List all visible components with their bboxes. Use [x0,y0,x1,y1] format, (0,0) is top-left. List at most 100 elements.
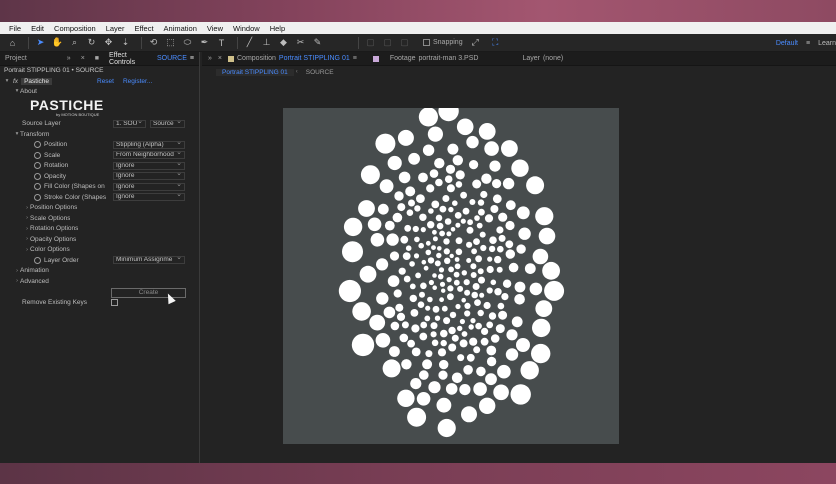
roto-icon[interactable]: ✂ [294,36,307,49]
tab-project[interactable]: Project [0,55,32,62]
stopwatch-icon[interactable] [34,151,41,159]
region-icon[interactable]: ⬚ [164,36,177,49]
stopwatch-icon[interactable] [34,256,41,264]
stipple-dot [431,200,440,209]
axis-world-icon[interactable]: ▢ [381,36,394,49]
stipple-dot [464,289,471,296]
collapse-triangle-icon[interactable]: ▾ [4,78,10,84]
menu-layer[interactable]: Layer [101,24,130,33]
axis-local-icon[interactable]: ▢ [364,36,377,49]
snapping-checkbox[interactable] [423,39,430,46]
stipple-dot [505,240,514,249]
property-dropdown[interactable]: Stippling (Alpha) [113,140,185,149]
menu-effect[interactable]: Effect [129,24,158,33]
hand-icon[interactable]: ✋ [51,36,64,49]
property-dropdown[interactable]: Ignore [113,182,185,191]
panel-menu-icon[interactable]: » [62,55,76,62]
animation-row[interactable]: › Animation [0,266,199,277]
axis-view-icon[interactable]: ▢ [398,36,411,49]
property-dropdown[interactable]: Ignore [113,193,185,202]
close-icon[interactable]: × [218,55,222,62]
clone-icon[interactable]: ⊥ [260,36,273,49]
layer-order-dropdown[interactable]: Minimum Assignme [113,256,185,265]
workspace-learn[interactable]: Learn [818,40,836,47]
tab-composition[interactable]: Composition Portrait STIPPLING 01 ≡ [228,55,357,62]
stopwatch-icon[interactable] [34,183,41,191]
stopwatch-icon[interactable] [34,141,41,149]
lock-icon[interactable]: ■ [90,55,104,62]
effect-name[interactable]: Pastiche [21,77,52,85]
fx-badge[interactable]: fx [13,78,18,85]
stopwatch-icon[interactable] [34,172,41,180]
eraser-icon[interactable]: ◆ [277,36,290,49]
panel-menu-icon[interactable]: » [208,55,212,62]
stipple-dot [488,245,496,253]
stipple-dot [418,242,424,249]
transform-row[interactable]: ▾ Transform [0,129,199,140]
dolly-icon[interactable]: ⇣ [119,36,132,49]
stipple-dot [511,159,529,177]
snapping-toggle[interactable]: Snapping ⤢ ⛶ [423,36,506,49]
brush-icon[interactable]: ╱ [243,36,256,49]
stipple-dot [498,234,506,242]
workspace-default[interactable]: Default [776,40,798,47]
advanced-row[interactable]: › Advanced [0,276,199,287]
effect-controls-panel: Project » × ■ Effect Controls SOURCE ≡ P… [0,52,200,463]
tab-layer[interactable]: Layer (none) [522,55,563,62]
stipple-dot [460,191,467,199]
menu-edit[interactable]: Edit [26,24,49,33]
menu-file[interactable]: File [4,24,26,33]
tab-effect-controls[interactable]: Effect Controls SOURCE ≡ [104,52,199,66]
menu-animation[interactable]: Animation [159,24,202,33]
register-link[interactable]: Register... [123,78,152,85]
snap-edges-icon[interactable]: ⤢ [469,36,482,49]
stipple-dot [480,337,489,346]
menu-view[interactable]: View [202,24,228,33]
remove-keys-checkbox[interactable] [111,299,118,307]
option-group-opacity[interactable]: › Opacity Options [0,234,199,245]
pen-icon[interactable]: ✒ [198,36,211,49]
subtab-source[interactable]: SOURCE [300,69,340,76]
stipple-dot [447,293,454,301]
stopwatch-icon[interactable] [34,193,41,201]
property-row-opacity: Opacity Ignore [0,171,199,182]
stipple-dot [497,302,505,310]
menu-composition[interactable]: Composition [49,24,101,33]
stipple-dot [338,279,361,303]
subtab-portrait-stippling[interactable]: Portrait STIPPLING 01 [216,68,294,76]
composition-canvas[interactable] [283,108,619,444]
about-row[interactable]: ▾ About [0,86,199,97]
menu-help[interactable]: Help [265,24,290,33]
menu-window[interactable]: Window [228,24,265,33]
source-mode-dropdown[interactable]: Source [150,119,185,128]
option-group-scale[interactable]: › Scale Options [0,213,199,224]
tab-menu-icon[interactable]: ≡ [190,55,194,62]
option-group-color[interactable]: › Color Options [0,245,199,256]
snap-features-icon[interactable]: ⛶ [489,36,502,49]
reset-link[interactable]: Reset [97,78,114,85]
pin-icon[interactable]: ✎ [311,36,324,49]
pan-icon[interactable]: ✥ [102,36,115,49]
tab-footage[interactable]: Footage portrait-man 3.PSD [372,55,478,62]
stipple-dot [437,348,447,357]
home-icon[interactable]: ⌂ [6,36,19,49]
close-icon[interactable]: × [76,55,90,62]
source-layer-dropdown[interactable]: 1. SOU [113,119,146,128]
select-icon[interactable]: ➤ [34,36,47,49]
zoom-icon[interactable]: ⌕ [68,36,81,49]
property-dropdown[interactable]: From Neighborhood [113,151,185,160]
option-group-position[interactable]: › Position Options [0,203,199,214]
property-dropdown[interactable]: Ignore [113,161,185,170]
stipple-dot [439,359,449,370]
workspace-menu-icon[interactable]: ≡ [806,40,810,47]
ellipse-icon[interactable]: ⬭ [181,36,194,49]
tab-menu-icon[interactable]: ≡ [353,55,357,62]
property-dropdown[interactable]: Ignore [113,172,185,181]
stopwatch-icon[interactable] [34,162,41,170]
create-button[interactable]: Create [111,287,186,298]
option-group-rotation[interactable]: › Rotation Options [0,224,199,235]
rotate-icon[interactable]: ⟲ [147,36,160,49]
desktop-background-bottom [0,463,836,484]
orbit-icon[interactable]: ↻ [85,36,98,49]
type-icon[interactable]: T [215,36,228,49]
